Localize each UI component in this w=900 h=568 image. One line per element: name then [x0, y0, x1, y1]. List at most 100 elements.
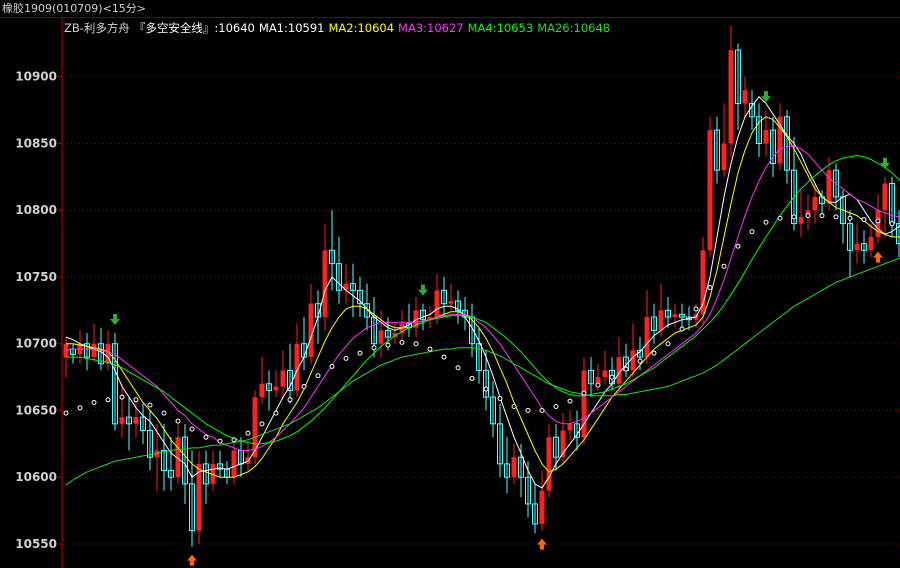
safety-line-dot: [133, 397, 139, 403]
safety-line-dot: [455, 365, 461, 371]
safety-line-dot: [511, 403, 517, 409]
candle-body: [742, 90, 748, 104]
safety-line-dot: [679, 326, 685, 332]
candle-body: [567, 423, 573, 431]
safety-line-dot: [469, 375, 475, 381]
y-tick-label: 10900: [15, 70, 57, 84]
safety-line-dot: [609, 374, 615, 380]
candle-body: [273, 386, 279, 391]
safety-line-dot: [567, 398, 573, 404]
candlestick-chart[interactable]: 10550 10600 10650 10700 10750 10800 10850 10900: [0, 0, 900, 568]
candle-body: [448, 301, 454, 304]
ma3-line: [65, 145, 900, 451]
candle-body: [672, 314, 678, 318]
candle-body: [133, 417, 139, 424]
candle-body: [630, 350, 636, 371]
candle-body: [231, 450, 237, 478]
safety-line-dot: [581, 390, 587, 396]
candle-body: [798, 216, 804, 224]
ma26-line: [65, 257, 900, 486]
safety-line-dot: [637, 358, 643, 364]
candle-body: [259, 383, 265, 398]
safety-line-dot: [231, 437, 237, 443]
safety-line-dot: [665, 341, 671, 347]
safety-line-dot: [693, 306, 699, 312]
y-tick-label: 10650: [15, 403, 57, 417]
candle-body: [119, 417, 125, 424]
candle-body: [602, 370, 608, 378]
safety-line-dot: [287, 397, 293, 403]
safety-line-dot: [189, 426, 195, 432]
candle-body: [875, 210, 881, 237]
y-tick-label: 10800: [15, 203, 57, 217]
safety-line-dot: [77, 405, 83, 411]
safety-line-dot: [329, 363, 335, 369]
candle-body: [721, 143, 727, 171]
safety-line-dots: [63, 213, 895, 444]
safety-line-dot: [217, 438, 223, 444]
safety-line-dot: [91, 399, 97, 405]
safety-line-dot: [105, 397, 111, 403]
candle-body: [434, 290, 440, 318]
safety-line-dot: [805, 213, 811, 219]
safety-line-dot: [735, 243, 741, 249]
candle-body: [658, 310, 664, 331]
safety-line-dot: [539, 407, 545, 413]
candle-body: [308, 303, 314, 358]
safety-line-dot: [203, 434, 209, 440]
candle-body: [728, 50, 734, 144]
y-tick-label: 10750: [15, 270, 57, 284]
candles: [63, 26, 900, 547]
safety-line-dot: [147, 402, 153, 408]
buy-arrow: [187, 554, 197, 566]
safety-line-dot: [819, 213, 825, 219]
candle-body: [378, 330, 384, 344]
candle-body: [196, 463, 202, 531]
safety-line-dot: [707, 285, 713, 291]
y-tick-label: 10550: [15, 537, 57, 551]
safety-line-dot: [427, 346, 433, 352]
candle-body: [644, 317, 650, 358]
candle-body: [777, 116, 783, 164]
safety-line-dot: [119, 394, 125, 400]
safety-line-dot: [385, 342, 391, 348]
candle-body: [322, 250, 328, 318]
safety-line-dot: [847, 215, 853, 221]
safety-line-dot: [315, 373, 321, 379]
y-tick-label: 10850: [15, 136, 57, 150]
safety-line-dot: [763, 219, 769, 225]
candle-body: [826, 170, 832, 204]
safety-line-dot: [175, 418, 181, 424]
y-tick-label: 10600: [15, 470, 57, 484]
buy-arrow: [537, 538, 547, 550]
safety-line-dot: [357, 350, 363, 356]
safety-line-dot: [777, 215, 783, 221]
safety-line-dot: [441, 354, 447, 360]
safety-line-dot: [371, 345, 377, 351]
safety-line-dot: [553, 403, 559, 409]
safety-line-dot: [497, 395, 503, 401]
candle-body: [91, 343, 97, 358]
safety-line-dot: [749, 229, 755, 235]
candle-body: [546, 437, 552, 491]
sell-arrow: [110, 314, 120, 326]
candle-body: [280, 370, 286, 387]
safety-line-dot: [721, 263, 727, 269]
safety-line-dot: [861, 217, 867, 223]
safety-line-dot: [889, 221, 895, 227]
safety-line-dot: [623, 366, 629, 372]
ma4-line: [66, 154, 900, 445]
safety-line-dot: [161, 410, 167, 416]
candle-body: [763, 130, 769, 144]
candle-body: [511, 457, 517, 478]
sell-arrow: [880, 157, 890, 169]
y-tick-label: 10700: [15, 337, 57, 351]
safety-line-dot: [399, 339, 405, 345]
y-axis: 10550 10600 10650 10700 10750 10800 10850 10900: [15, 18, 63, 568]
candle-body: [882, 183, 888, 211]
sell-arrow: [418, 284, 428, 296]
safety-line-dot: [791, 214, 797, 220]
safety-line-dot: [483, 386, 489, 392]
candle-body: [707, 130, 713, 251]
safety-line-dot: [875, 218, 881, 224]
